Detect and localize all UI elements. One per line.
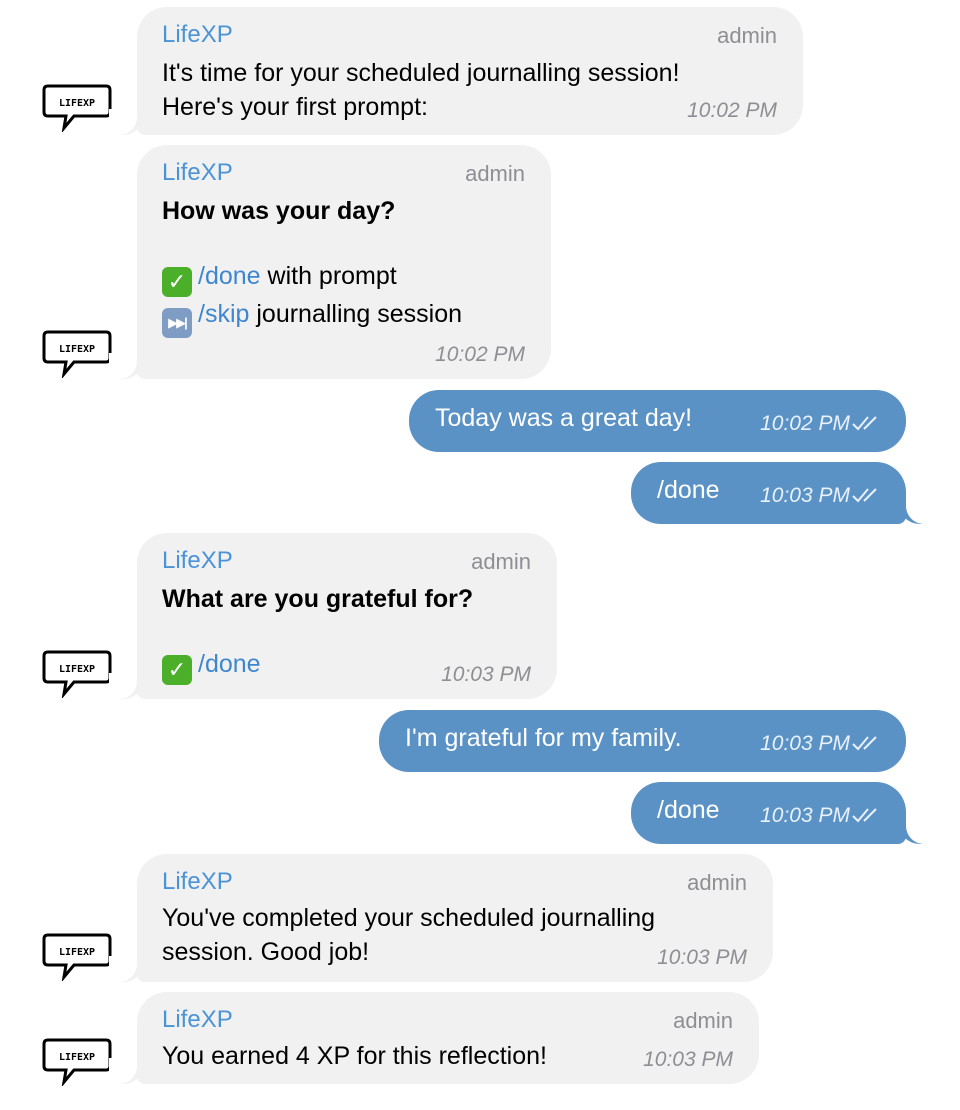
avatar-label: LIFEXP [59,98,95,109]
lifexp-avatar-icon[interactable]: LIFEXP [42,330,112,378]
double-check-icon [852,416,877,431]
user-message-2: /done 10:03 PM [631,462,934,524]
lifexp-avatar-icon[interactable]: LIFEXP [42,84,112,132]
double-check-icon [852,736,877,751]
prompt-question: How was your day? [162,197,396,225]
skip-command-link[interactable]: /skip [198,300,249,328]
message-time: 10:02 PM [435,343,525,366]
done-option: ✓/done with prompt [162,262,397,297]
done-option-text: with prompt [267,262,397,290]
lifexp-avatar-icon[interactable]: LIFEXP [42,1038,112,1086]
prompt-question: What are you grateful for? [162,585,474,613]
sender-role: admin [673,1008,733,1033]
sender-name[interactable]: LifeXP [162,159,233,187]
done-command[interactable]: /done [657,476,720,505]
message-text: It's time for your scheduled journalling… [162,59,680,87]
sender-name[interactable]: LifeXP [162,1006,233,1034]
sender-name[interactable]: LifeXP [162,868,233,896]
check-mark-button-icon: ✓ [162,267,192,297]
avatar-label: LIFEXP [59,664,95,675]
message-text: session. Good job! [162,938,370,966]
message-time: 10:02 PM [687,99,777,122]
message-time: 10:03 PM [760,804,850,827]
bot-message-5: LifeXP admin You earned 4 XP for this re… [109,992,759,1084]
message-time: 10:03 PM [760,732,850,755]
lifexp-avatar-icon[interactable]: LIFEXP [42,650,112,698]
avatar-label: LIFEXP [59,344,95,355]
message-text: You've completed your scheduled journall… [162,904,656,932]
check-mark-button-icon: ✓ [162,655,192,685]
next-track-button-icon: ▶▶| [162,308,192,338]
avatar-label: LIFEXP [59,947,95,958]
message-text: You earned 4 XP for this reflection! [162,1042,547,1070]
message-text: Today was a great day! [435,404,693,432]
bot-message-2: LifeXP admin How was your day? ✓/done wi… [109,145,551,379]
bot-message-3: LifeXP admin What are you grateful for? … [109,533,557,699]
sender-role: admin [465,161,525,186]
message-text: Here's your first prompt: [162,93,428,121]
bot-message-4: LifeXP admin You've completed your sched… [109,854,773,982]
message-time: 10:03 PM [760,484,850,507]
message-time: 10:03 PM [657,946,747,969]
message-text: I'm grateful for my family. [405,724,682,752]
user-message-4: /done 10:03 PM [631,782,934,844]
sender-role: admin [687,870,747,895]
double-check-icon [852,808,877,823]
skip-option-text: journalling session [256,300,463,328]
user-message-3: I'm grateful for my family. 10:03 PM [379,710,906,772]
sender-role: admin [717,23,777,48]
avatar-label: LIFEXP [59,1052,95,1063]
done-command[interactable]: /done [657,796,720,825]
sender-name[interactable]: LifeXP [162,21,233,49]
message-time: 10:03 PM [441,663,531,686]
sender-role: admin [471,549,531,574]
user-message-1: Today was a great day! 10:02 PM [409,390,906,452]
skip-option: ▶▶|/skip journalling session [162,300,462,338]
lifexp-avatar-icon[interactable]: LIFEXP [42,933,112,981]
bot-message-1: LifeXP admin It's time for your schedule… [109,7,803,135]
message-time: 10:03 PM [643,1048,733,1071]
done-command-link[interactable]: /done [198,262,261,290]
done-command-link[interactable]: /done [198,650,261,678]
double-check-icon [852,488,877,503]
sender-name[interactable]: LifeXP [162,547,233,575]
done-option: ✓/done [162,650,261,685]
message-time: 10:02 PM [760,412,850,435]
